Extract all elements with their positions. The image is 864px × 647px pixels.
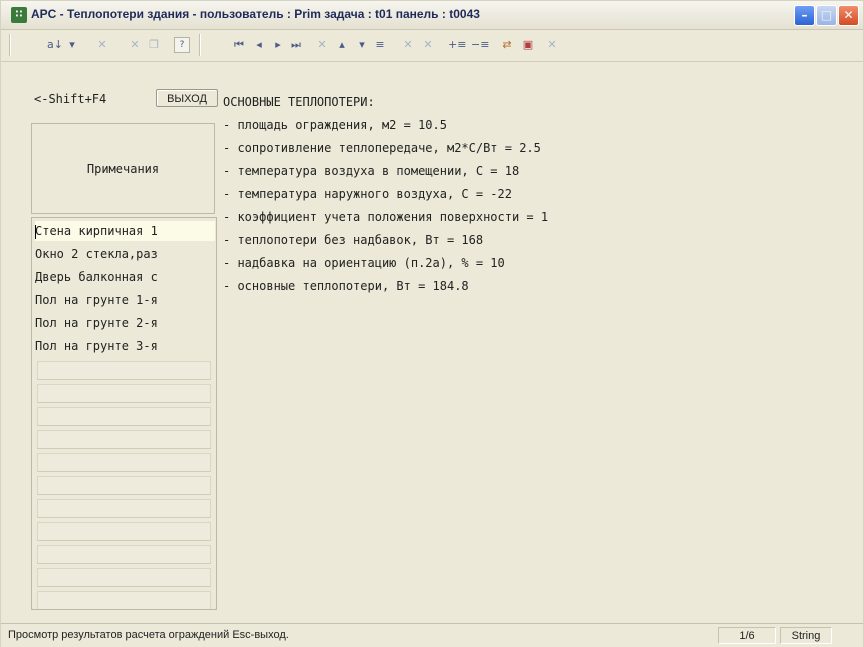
empty-row[interactable]	[37, 430, 211, 449]
prev-record-icon[interactable]: ◂	[252, 36, 266, 54]
move-down-icon[interactable]: ▾	[355, 36, 369, 54]
add-column-icon[interactable]: +≡	[448, 36, 466, 54]
empty-row[interactable]	[37, 361, 211, 380]
empty-row[interactable]	[37, 499, 211, 518]
toolbar-separator	[9, 34, 11, 56]
remove-column-icon[interactable]: −≡	[471, 36, 489, 54]
enclosures-list[interactable]: Стена кирпичная 1 Окно 2 стекла,раз Двер…	[31, 217, 217, 610]
status-bar: Просмотр результатов расчета ограждений …	[1, 623, 863, 647]
cancel-icon[interactable]: ✕	[315, 36, 329, 54]
dropdown-icon[interactable]: ▾	[65, 36, 79, 54]
minimize-button[interactable]: –	[794, 5, 815, 26]
result-line: - коэффициент учета положения поверхност…	[223, 210, 549, 224]
swap-icon[interactable]: ⇄	[500, 36, 514, 54]
copy-icon[interactable]: ❐	[147, 36, 161, 54]
empty-row[interactable]	[37, 545, 211, 564]
results-heading: ОСНОВНЫЕ ТЕПЛОПОТЕРИ:	[223, 95, 375, 109]
help-icon[interactable]: ?	[174, 37, 190, 53]
next-record-icon[interactable]: ▸	[271, 36, 285, 54]
empty-row[interactable]	[37, 522, 211, 541]
result-line: - основные теплопотери, Вт = 184.8	[223, 279, 469, 293]
delete-icon[interactable]: ✕	[95, 36, 109, 54]
list-item[interactable]: Пол на грунте 3-я	[35, 336, 215, 356]
list-item[interactable]: Окно 2 стекла,раз	[35, 244, 215, 264]
move-up-icon[interactable]: ▴	[335, 36, 349, 54]
empty-row[interactable]	[37, 568, 211, 587]
close-doc-icon[interactable]: ✕	[545, 36, 559, 54]
cut-icon[interactable]: ✕	[128, 36, 142, 54]
notes-header-label: Примечания	[86, 161, 160, 176]
empty-row[interactable]	[37, 407, 211, 426]
last-record-icon[interactable]: ⏭	[289, 36, 303, 54]
record-position: 1/6	[718, 627, 776, 644]
field-type: String	[780, 627, 832, 644]
result-line: - температура воздуха в помещении, С = 1…	[223, 164, 520, 178]
clear-icon[interactable]: ✕	[401, 36, 415, 54]
result-line: - теплопотери без надбавок, Вт = 168	[223, 233, 484, 247]
result-line: - надбавка на ориентацию (п.2а), % = 10	[223, 256, 505, 270]
result-line: - площадь ограждения, м2 = 10.5	[223, 118, 447, 132]
list-item[interactable]: Стена кирпичная 1	[35, 221, 215, 241]
toolbar-separator	[199, 34, 201, 56]
clear2-icon[interactable]: ✕	[421, 36, 435, 54]
empty-row[interactable]	[37, 453, 211, 472]
result-line: - температура наружного воздуха, С = -22	[223, 187, 512, 201]
maximize-button[interactable]: □	[816, 5, 837, 26]
empty-row[interactable]	[37, 384, 211, 403]
result-line: - сопротивление теплопередаче, м2*С/Вт =…	[223, 141, 541, 155]
empty-row[interactable]	[37, 476, 211, 495]
title-bar[interactable]: ∷ APC - Теплопотери здания - пользовател…	[1, 1, 863, 30]
exit-button[interactable]: ВЫХОД	[156, 89, 218, 107]
first-record-icon[interactable]: ⏮	[232, 36, 246, 54]
window-title: APC - Теплопотери здания - пользователь …	[31, 7, 480, 21]
sum-icon[interactable]: ≡	[373, 36, 387, 54]
app-window: ∷ APC - Теплопотери здания - пользовател…	[0, 0, 864, 647]
app-icon: ∷	[11, 7, 27, 23]
list-item[interactable]: Дверь балконная с	[35, 267, 215, 287]
toolbar: a↓ ▾ ✕ ✕ ❐ ? ⏮ ◂ ▸ ⏭ ✕ ▴ ▾ ≡ ✕ ✕ +≡ −≡ ⇄…	[1, 30, 863, 62]
sort-icon[interactable]: a↓	[47, 36, 63, 54]
list-item[interactable]: Пол на грунте 1-я	[35, 290, 215, 310]
list-item[interactable]: Пол на грунте 2-я	[35, 313, 215, 333]
close-button[interactable]: ✕	[838, 5, 859, 26]
status-message: Просмотр результатов расчета ограждений …	[8, 629, 289, 641]
save-icon[interactable]: ▣	[521, 36, 535, 54]
empty-row[interactable]	[37, 591, 211, 609]
main-content: <-Shift+F4 ВЫХОД Примечания Стена кирпич…	[1, 62, 863, 621]
results-panel: ОСНОВНЫЕ ТЕПЛОПОТЕРИ: - площадь огражден…	[223, 92, 548, 299]
notes-column-header[interactable]: Примечания	[31, 123, 215, 214]
shift-f4-label: <-Shift+F4	[34, 92, 107, 106]
